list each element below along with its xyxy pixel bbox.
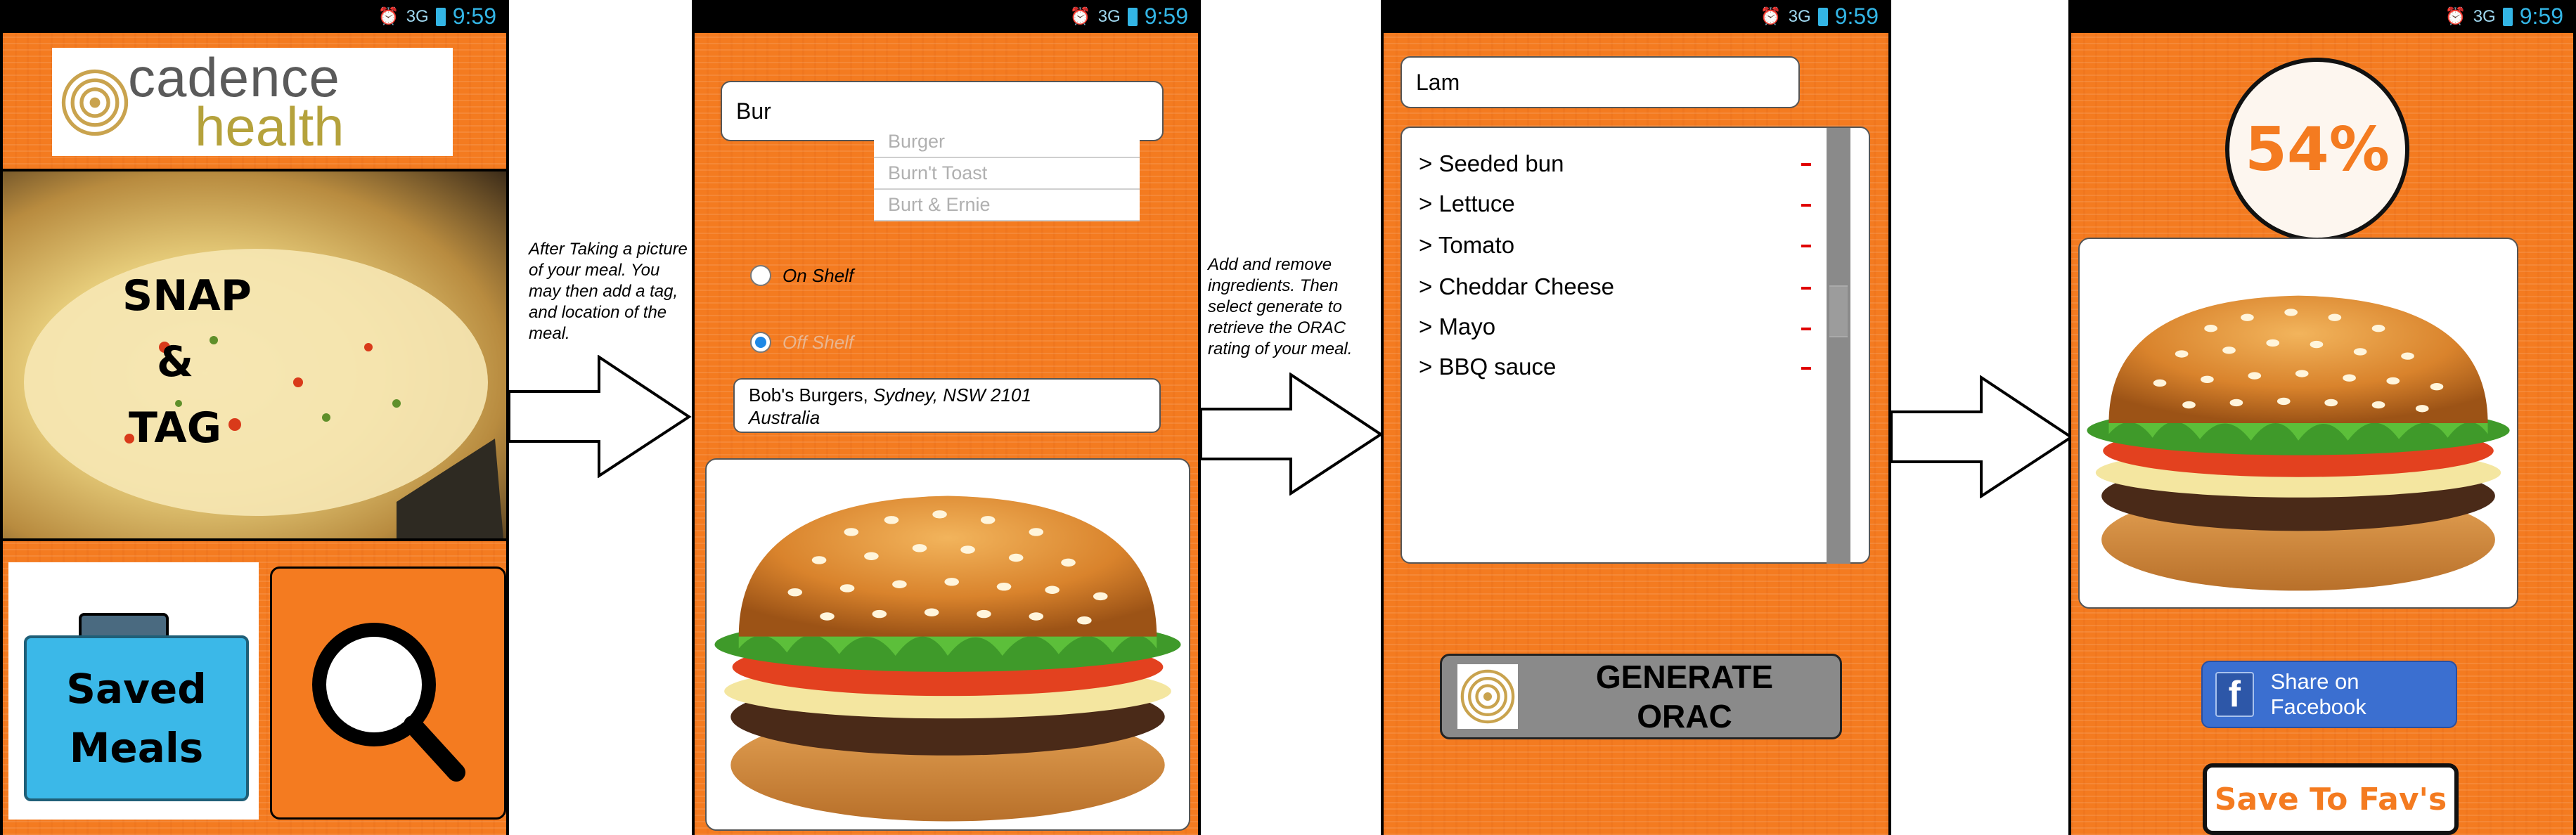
battery-icon [1127, 7, 1138, 26]
status-time: 9:59 [2519, 4, 2563, 29]
folder-icon: Saved Meals [24, 635, 249, 801]
share-facebook-label: Share on Facebook [2270, 669, 2366, 719]
search-icon [312, 623, 465, 782]
network-icon: 3G [1097, 6, 1121, 26]
ingredient-item: > Cheddar Cheese [1419, 273, 1614, 299]
ingredient-item: > Seeded bun [1419, 150, 1564, 176]
status-time: 9:59 [1144, 4, 1188, 29]
status-bar: ⏰ 3G 9:59 [3, 0, 506, 33]
suggestion-item[interactable]: Burt & Ernie [874, 190, 1140, 221]
radio-off-shelf-label: Off Shelf [783, 332, 854, 353]
ingredient-search-input[interactable]: Lam [1400, 56, 1800, 108]
status-time: 9:59 [1834, 4, 1879, 29]
scrollbar[interactable] [1827, 128, 1850, 564]
meal-photo [705, 458, 1190, 831]
saved-meals-button[interactable]: Saved Meals [8, 562, 259, 820]
burger-image [2087, 295, 2510, 591]
alarm-icon: ⏰ [378, 7, 399, 26]
status-time: 9:59 [452, 4, 496, 29]
ingredient-item: > Mayo [1419, 313, 1496, 339]
scrollbar-thumb[interactable] [1829, 285, 1848, 337]
network-icon: 3G [2473, 6, 2496, 26]
logo-word-cadence: cadence [128, 46, 340, 108]
battery-icon [1817, 7, 1828, 26]
share-facebook-button[interactable]: f Share on Facebook [2201, 661, 2457, 728]
network-icon: 3G [406, 6, 429, 26]
remove-ingredient-button[interactable] [1801, 245, 1811, 247]
remove-ingredient-button[interactable] [1801, 328, 1811, 330]
search-button[interactable] [270, 567, 506, 820]
caption-step-1: After Taking a picture of your meal. You… [529, 240, 688, 343]
ingredient-item: > Lettuce [1419, 190, 1515, 216]
ingredient-item: > BBQ sauce [1419, 354, 1557, 380]
status-bar: ⏰ 3G 9:59 [1384, 0, 1888, 33]
food-photo [24, 249, 503, 538]
generate-orac-button[interactable]: GENERATE ORAC [1440, 654, 1842, 739]
suggestion-item[interactable]: Burger [874, 127, 1140, 158]
snap-and-tag-button[interactable]: SNAP & TAG [3, 169, 506, 541]
radio-off-shelf[interactable] [750, 332, 771, 353]
screen-home: ⏰ 3G 9:59 cadence health SNAP & TAG Save… [0, 0, 509, 835]
remove-ingredient-button[interactable] [1801, 287, 1811, 290]
radio-on-shelf[interactable] [750, 265, 771, 286]
swirl-logo-icon [1457, 664, 1518, 729]
ingredient-item: > Tomato [1419, 232, 1515, 258]
alarm-icon: ⏰ [2445, 7, 2466, 26]
snap-and-tag-label: SNAP & TAG [122, 271, 252, 453]
autocomplete-list: Burger Burn't Toast Burt & Ernie [874, 127, 1140, 221]
save-to-favs-button[interactable]: Save To Fav's [2203, 763, 2459, 835]
flow-arrow-3 [1890, 375, 2074, 498]
app-logo: cadence health [52, 48, 453, 156]
facebook-icon: f [2215, 672, 2254, 717]
radio-on-shelf-label: On Shelf [783, 265, 854, 286]
status-bar: ⏰ 3G 9:59 [695, 0, 1198, 33]
flow-arrow-1 [508, 355, 692, 478]
caption-step-2: Add and remove ingredients. Then select … [1208, 255, 1353, 358]
logo-word-health: health [195, 96, 344, 157]
burger-image [714, 496, 1181, 822]
orac-score: 54% [2225, 58, 2409, 242]
alarm-icon: ⏰ [1760, 7, 1782, 26]
meal-photo [2078, 238, 2518, 609]
remove-ingredient-button[interactable] [1801, 163, 1811, 166]
suggestion-item[interactable]: Burn't Toast [874, 158, 1140, 190]
battery-icon [435, 7, 446, 26]
alarm-icon: ⏰ [1069, 7, 1091, 26]
flow-arrow-2 [1199, 373, 1384, 496]
remove-ingredient-button[interactable] [1801, 367, 1811, 370]
battery-icon [2502, 7, 2513, 26]
generate-orac-label: GENERATE ORAC [1595, 659, 1774, 734]
remove-ingredient-button[interactable] [1801, 204, 1811, 207]
status-bar: ⏰ 3G 9:59 [2071, 0, 2573, 33]
location-field[interactable]: Bob's Burgers, Sydney, NSW 2101 Australi… [733, 378, 1161, 433]
swirl-logo-icon [58, 63, 132, 142]
ingredient-list[interactable]: > Seeded bun > Lettuce > Tomato > Chedda… [1400, 127, 1870, 564]
network-icon: 3G [1788, 6, 1811, 26]
